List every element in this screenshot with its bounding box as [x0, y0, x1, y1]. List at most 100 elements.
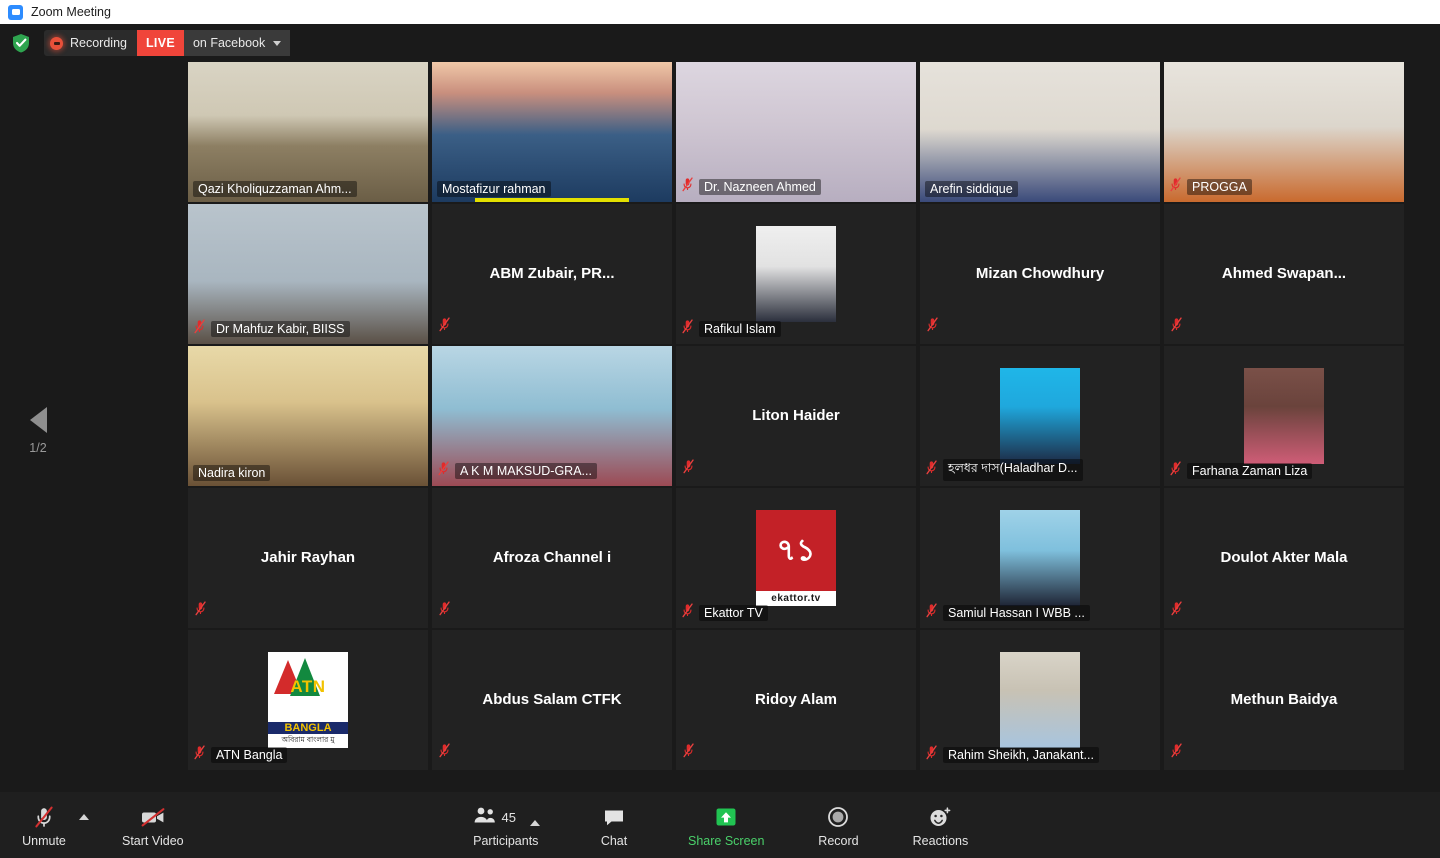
participant-tile[interactable]: Afroza Channel i: [432, 488, 672, 628]
muted-mic-icon: [1171, 743, 1182, 758]
participant-tile[interactable]: Ahmed Swapan...: [1164, 204, 1404, 344]
participant-name: Jahir Rayhan: [260, 549, 356, 566]
participant-name: Nadira kiron: [193, 465, 271, 481]
participant-tile[interactable]: Mizan Chowdhury: [920, 204, 1160, 344]
participant-tile[interactable]: Doulot Akter Mala: [1164, 488, 1404, 628]
participant-avatar: [756, 226, 836, 322]
zoom-video-icon: [8, 4, 23, 20]
participant-tile[interactable]: Dr Mahfuz Kabir, BIISS: [188, 204, 428, 344]
participant-name-strip: Rafikul Islam: [681, 319, 781, 339]
participants-button[interactable]: 45 Participants: [472, 802, 541, 848]
window-title: Zoom Meeting: [31, 5, 111, 19]
encryption-shield-icon[interactable]: [10, 32, 32, 54]
participant-name-strip: হলধর দাস(Haladhar D...: [925, 459, 1083, 481]
live-target-label: on Facebook: [192, 36, 266, 50]
muted-mic-icon: [195, 601, 206, 616]
participant-tile[interactable]: Dr. Nazneen Ahmed: [676, 62, 916, 202]
participant-tile[interactable]: Abdus Salam CTFK: [432, 630, 672, 770]
muted-mic-indicator: [1170, 601, 1183, 621]
live-badge: LIVE: [136, 30, 184, 56]
participant-tile[interactable]: Rahim Sheikh, Janakant...: [920, 630, 1160, 770]
participant-name: Abdus Salam CTFK: [482, 691, 622, 708]
muted-mic-icon: [682, 603, 693, 618]
muted-mic-icon: [1171, 601, 1182, 616]
participant-name: ABM Zubair, PR...: [489, 265, 615, 282]
participant-name-strip: ATN Bangla: [193, 745, 288, 765]
participant-tile[interactable]: হলধর দাস(Haladhar D...: [920, 346, 1160, 486]
participant-name-strip: Arefin siddique: [925, 181, 1018, 197]
participant-name: Qazi Kholiquzzaman Ahm...: [193, 181, 357, 197]
ekattor-tv-logo: ৭১ ekattor.tv: [756, 510, 836, 606]
participant-tile[interactable]: Farhana Zaman Liza: [1164, 346, 1404, 486]
participant-avatar: [1000, 510, 1080, 606]
participant-tile[interactable]: Nadira kiron: [188, 346, 428, 486]
participant-tile[interactable]: Jahir Rayhan: [188, 488, 428, 628]
chat-button[interactable]: Chat: [586, 802, 642, 848]
muted-mic-indicator: [1169, 461, 1182, 481]
participant-name: Mizan Chowdhury: [975, 265, 1105, 282]
participant-avatar: [1000, 652, 1080, 748]
participant-name-strip: Samiul Hassan I WBB ...: [925, 603, 1090, 623]
participant-name-strip: Dr Mahfuz Kabir, BIISS: [193, 319, 350, 339]
record-label: Record: [818, 834, 859, 848]
participant-name-strip: Rahim Sheikh, Janakant...: [925, 745, 1099, 765]
participant-tile[interactable]: Methun Baidya: [1164, 630, 1404, 770]
gallery-page-nav[interactable]: 1/2: [16, 407, 60, 455]
muted-mic-indicator: [193, 319, 206, 339]
participants-label: Participants: [473, 834, 539, 848]
participants-count: 45: [501, 809, 517, 825]
muted-mic-icon: [1171, 317, 1182, 332]
participant-avatar: [1000, 368, 1080, 464]
video-gallery-stage: 1/2 Qazi Kholiquzzaman Ahm... Mostafizur …: [0, 62, 1440, 858]
participant-tile[interactable]: ৭১ ekattor.tv Ekattor TV: [676, 488, 916, 628]
participant-tile[interactable]: ABM Zubair, PR...: [432, 204, 672, 344]
chevron-left-icon[interactable]: [29, 407, 47, 433]
participant-name: Rafikul Islam: [699, 321, 781, 337]
participant-grid-row: Nadira kiron A K M MAKSUD-GRA... Liton Hai…: [188, 346, 1404, 488]
participant-name-strip: Qazi Kholiquzzaman Ahm...: [193, 181, 357, 197]
participant-name-strip: Dr. Nazneen Ahmed: [681, 177, 821, 197]
participant-tile[interactable]: ATN BANGLA অবিরাম বাংলার মু ATN Bangla: [188, 630, 428, 770]
participant-tile[interactable]: Mostafizur rahman: [432, 62, 672, 202]
live-stream-pill: Recording LIVE on Facebook: [44, 30, 291, 56]
muted-mic-indicator: [925, 745, 938, 765]
participant-name-strip: PROGGA: [1169, 177, 1252, 197]
muted-mic-indicator: [681, 177, 694, 197]
muted-mic-indicator: [1169, 177, 1182, 197]
live-target-dropdown[interactable]: on Facebook: [183, 30, 291, 56]
muted-mic-icon: [439, 601, 450, 616]
participant-name: Doulot Akter Mala: [1220, 549, 1348, 566]
participant-name: Dr Mahfuz Kabir, BIISS: [211, 321, 350, 337]
participant-name: Mostafizur rahman: [437, 181, 551, 197]
active-speaker-bar: [475, 198, 629, 202]
participant-name: PROGGA: [1187, 179, 1252, 195]
muted-mic-indicator: [682, 459, 695, 479]
muted-mic-icon: [439, 743, 450, 758]
muted-mic-icon: [439, 317, 450, 332]
muted-mic-icon: [194, 745, 205, 760]
atn-bangla-logo: ATN BANGLA অবিরাম বাংলার মু: [268, 652, 348, 748]
participant-tile[interactable]: Liton Haider: [676, 346, 916, 486]
muted-mic-icon: [927, 317, 938, 332]
participant-tile[interactable]: PROGGA: [1164, 62, 1404, 202]
chevron-up-icon[interactable]: [530, 820, 541, 826]
participant-tile[interactable]: A K M MAKSUD-GRA...: [432, 346, 672, 486]
recording-dot-icon: [50, 36, 63, 50]
muted-mic-indicator: [438, 601, 451, 621]
window-title-bar: Zoom Meeting: [0, 0, 1440, 24]
reactions-button[interactable]: Reactions: [912, 802, 968, 848]
chat-bubble-icon: [602, 802, 626, 832]
participant-tile[interactable]: Ridoy Alam: [676, 630, 916, 770]
participant-tile[interactable]: Samiul Hassan I WBB ...: [920, 488, 1160, 628]
record-button[interactable]: Record: [810, 802, 866, 848]
participant-tile[interactable]: Arefin siddique: [920, 62, 1160, 202]
muted-mic-indicator: [194, 601, 207, 621]
people-icon: [472, 805, 498, 830]
share-screen-label: Share Screen: [688, 834, 765, 848]
participant-name: Afroza Channel i: [492, 549, 612, 566]
share-screen-button[interactable]: Share Screen: [688, 802, 764, 848]
muted-mic-icon: [683, 459, 694, 474]
participant-tile[interactable]: Qazi Kholiquzzaman Ahm...: [188, 62, 428, 202]
participant-tile[interactable]: Rafikul Islam: [676, 204, 916, 344]
muted-mic-indicator: [438, 317, 451, 337]
